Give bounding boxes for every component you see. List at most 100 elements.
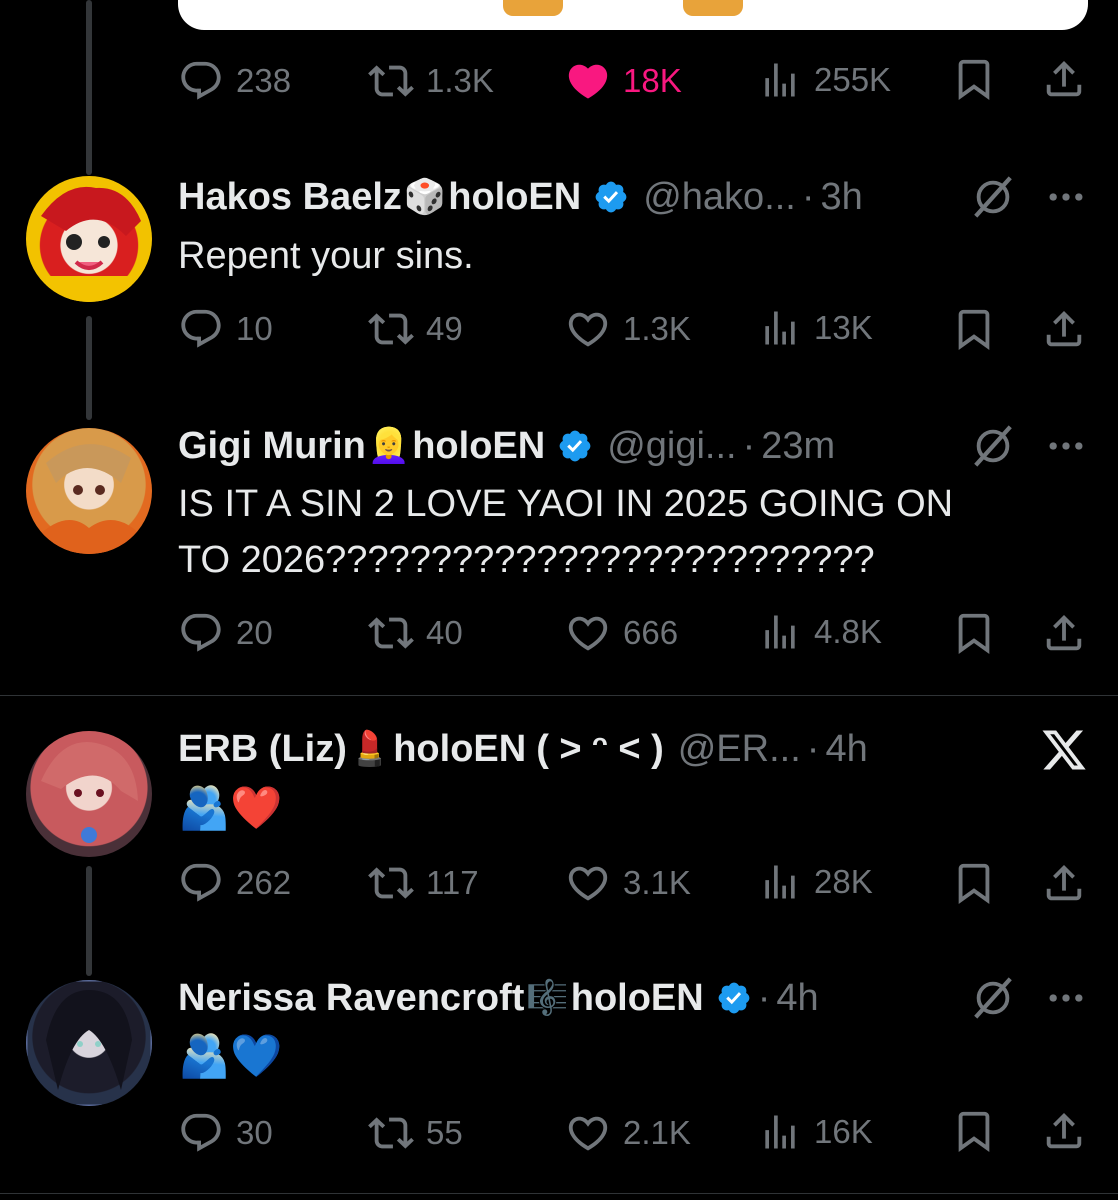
views-icon	[758, 306, 802, 350]
views-button[interactable]: 16K	[758, 1110, 873, 1154]
repost-icon	[368, 306, 414, 352]
separator-dot: ·	[757, 976, 771, 1019]
views-button[interactable]: 28K	[758, 860, 873, 904]
bookmark-button[interactable]	[951, 56, 997, 102]
grok-button[interactable]	[970, 973, 1016, 1023]
share-icon	[1041, 56, 1087, 102]
bookmark-button[interactable]	[951, 610, 997, 656]
bookmark-icon	[951, 1108, 997, 1154]
separator-dot: ·	[742, 424, 756, 467]
share-icon	[1041, 306, 1087, 352]
x-logo-icon	[1040, 726, 1088, 774]
like-button[interactable]: 1.3K	[565, 306, 691, 352]
avatar-illustration	[36, 444, 144, 554]
views-button[interactable]: 4.8K	[758, 610, 882, 654]
display-name[interactable]: Nerissa Ravencroft	[178, 977, 524, 1020]
repost-icon	[368, 610, 414, 656]
repost-count: 117	[426, 864, 479, 901]
more-button[interactable]	[1044, 973, 1088, 1023]
display-name[interactable]: Gigi Murin	[178, 425, 366, 468]
avatar[interactable]	[26, 428, 152, 554]
repost-count: 1.3K	[426, 62, 494, 99]
like-button[interactable]: 2.1K	[565, 1110, 691, 1156]
more-icon	[1044, 175, 1088, 219]
card-image-fragment	[683, 0, 743, 16]
verified-badge-icon[interactable]	[593, 179, 629, 215]
share-icon	[1041, 610, 1087, 656]
display-name[interactable]: ERB (Liz)	[178, 728, 347, 771]
views-icon	[758, 610, 802, 654]
like-button[interactable]: 3.1K	[565, 860, 691, 906]
grok-button[interactable]	[970, 421, 1016, 471]
views-icon	[758, 860, 802, 904]
avatar[interactable]	[26, 980, 152, 1106]
like-count: 1.3K	[623, 310, 691, 347]
avatar[interactable]	[26, 731, 152, 857]
x-logo-button[interactable]	[1040, 725, 1088, 775]
reply-button[interactable]: 238	[178, 58, 291, 104]
bookmark-button[interactable]	[951, 860, 997, 906]
bookmark-icon	[951, 610, 997, 656]
tweet-text: 🫂💙	[178, 1032, 283, 1079]
media-card[interactable]	[178, 0, 1088, 30]
affiliation[interactable]: holoEN	[412, 425, 545, 468]
grok-icon	[970, 423, 1016, 469]
handle[interactable]: @hako...	[643, 176, 796, 219]
reply-icon	[178, 1110, 224, 1156]
grok-button[interactable]	[970, 172, 1016, 222]
timestamp[interactable]: 23m	[761, 425, 835, 468]
share-button[interactable]	[1041, 56, 1087, 102]
affiliation[interactable]: holoEN	[448, 176, 581, 219]
verified-badge-icon[interactable]	[557, 428, 593, 464]
affiliation[interactable]: holoEN	[393, 728, 526, 771]
heart-icon	[565, 860, 611, 906]
timestamp[interactable]: 4h	[825, 728, 867, 771]
reply-button[interactable]: 262	[178, 860, 291, 906]
avatar-illustration	[41, 742, 138, 843]
bookmark-button[interactable]	[951, 1108, 997, 1154]
more-icon	[1044, 424, 1088, 468]
separator-dot: ·	[806, 727, 820, 770]
views-icon	[758, 1110, 802, 1154]
reply-button[interactable]: 20	[178, 610, 273, 656]
reply-button[interactable]: 10	[178, 306, 273, 352]
share-button[interactable]	[1041, 610, 1087, 656]
handle[interactable]: @ER...	[678, 728, 801, 771]
reply-button[interactable]: 30	[178, 1110, 273, 1156]
affiliation[interactable]: holoEN	[571, 977, 704, 1020]
views-button[interactable]: 13K	[758, 306, 873, 350]
verified-badge-icon[interactable]	[716, 980, 752, 1016]
tweet-header: Hakos Baelz 🎲 holoEN @hako... · 3h	[178, 172, 863, 222]
more-button[interactable]	[1044, 421, 1088, 471]
repost-button[interactable]: 49	[368, 306, 463, 352]
avatar-illustration	[26, 980, 152, 1106]
avatar[interactable]	[26, 176, 152, 302]
more-button[interactable]	[1044, 172, 1088, 222]
like-button[interactable]: 666	[565, 610, 678, 656]
views-count: 13K	[814, 309, 873, 346]
like-count: 2.1K	[623, 1114, 691, 1151]
share-button[interactable]	[1041, 306, 1087, 352]
repost-button[interactable]: 117	[368, 860, 479, 906]
repost-button[interactable]: 40	[368, 610, 463, 656]
handle[interactable]: @gigi...	[607, 425, 736, 468]
heart-icon	[565, 1110, 611, 1156]
timestamp[interactable]: 4h	[776, 977, 818, 1020]
like-button[interactable]: 18K	[565, 58, 682, 104]
views-icon	[758, 58, 802, 102]
separator-dot: ·	[801, 175, 815, 218]
share-icon	[1041, 860, 1087, 906]
share-button[interactable]	[1041, 860, 1087, 906]
tweet-text: 🫂❤️	[178, 784, 283, 831]
timestamp[interactable]: 3h	[821, 176, 863, 219]
display-name[interactable]: Hakos Baelz	[178, 176, 402, 219]
repost-button[interactable]: 55	[368, 1110, 463, 1156]
share-icon	[1041, 1108, 1087, 1154]
views-button[interactable]: 255K	[758, 58, 891, 102]
repost-button[interactable]: 1.3K	[368, 58, 494, 104]
bookmark-button[interactable]	[951, 306, 997, 352]
repost-icon	[368, 860, 414, 906]
heart-icon	[565, 306, 611, 352]
share-button[interactable]	[1041, 1108, 1087, 1154]
tweet-header: Nerissa Ravencroft 🎼 holoEN · 4h	[178, 973, 819, 1023]
